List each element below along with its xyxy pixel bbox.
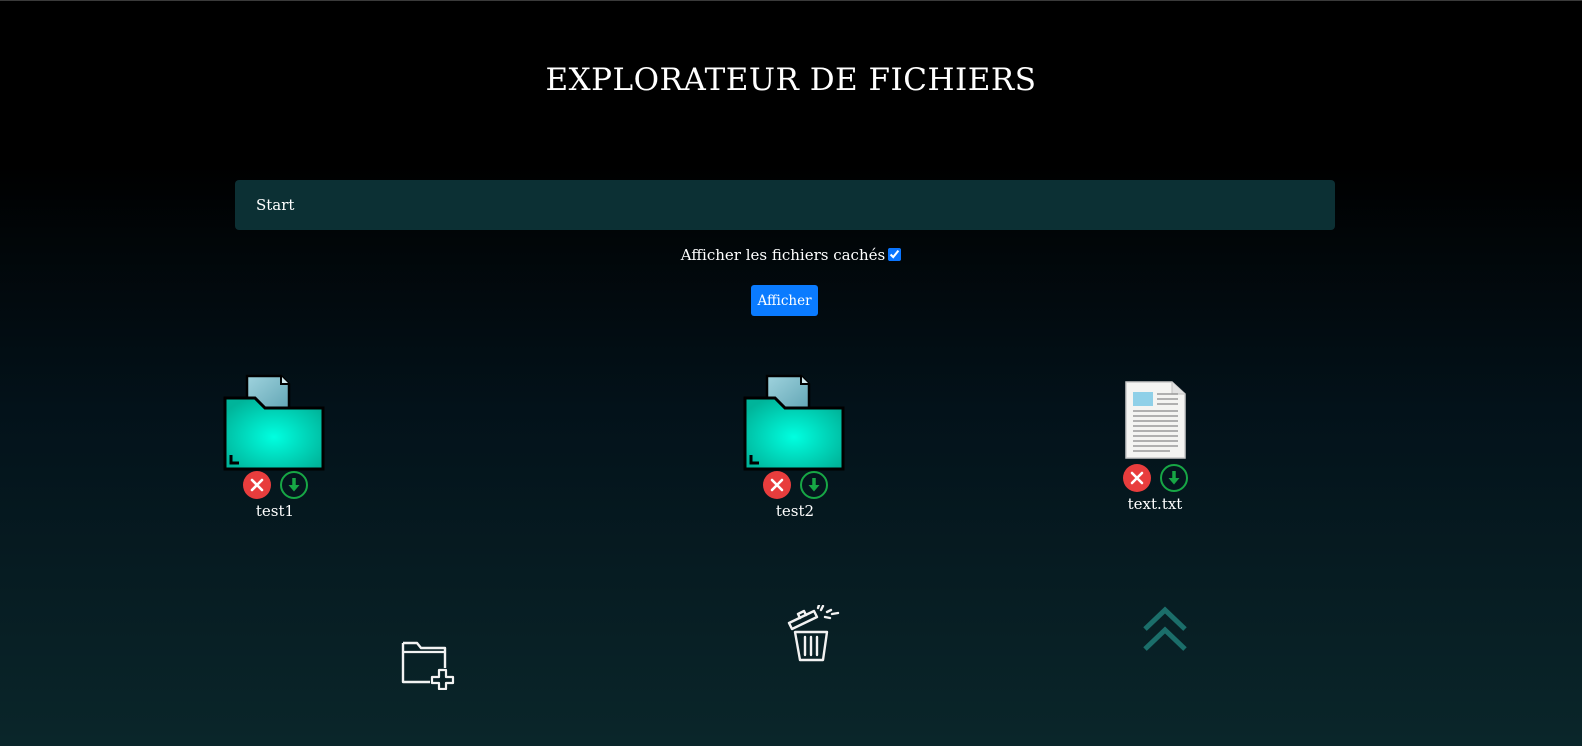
item-actions bbox=[1085, 464, 1225, 492]
item-name: text.txt bbox=[1127, 495, 1183, 513]
delete-icon[interactable] bbox=[762, 471, 791, 499]
show-hidden-files-row: Afficher les fichiers cachés bbox=[0, 246, 1582, 264]
item-name: test1 bbox=[255, 502, 295, 520]
item-name: test2 bbox=[775, 502, 815, 520]
item-actions bbox=[725, 471, 865, 499]
delete-icon[interactable] bbox=[1122, 464, 1151, 492]
folder-icon[interactable] bbox=[223, 373, 327, 471]
show-hidden-label: Afficher les fichiers cachés bbox=[680, 246, 886, 264]
show-button[interactable]: Afficher bbox=[751, 285, 818, 316]
page-title: EXPLORATEUR DE FICHIERS bbox=[545, 62, 1037, 98]
trash-icon[interactable] bbox=[786, 605, 842, 663]
download-icon[interactable] bbox=[279, 471, 308, 499]
item-actions bbox=[205, 471, 345, 499]
folder-item[interactable]: test2 bbox=[725, 373, 865, 520]
current-path-label: Start bbox=[256, 196, 295, 214]
text-file-icon[interactable] bbox=[1122, 380, 1188, 460]
parent-directory-icon[interactable] bbox=[1140, 605, 1190, 655]
file-item[interactable]: text.txt bbox=[1085, 380, 1225, 513]
folder-item[interactable]: test1 bbox=[205, 373, 345, 520]
current-path-bar: Start bbox=[235, 180, 1335, 230]
delete-icon[interactable] bbox=[242, 471, 271, 499]
new-folder-icon[interactable] bbox=[400, 640, 456, 690]
download-icon[interactable] bbox=[1159, 464, 1188, 492]
top-border bbox=[0, 0, 1582, 1]
download-icon[interactable] bbox=[799, 471, 828, 499]
show-hidden-checkbox[interactable] bbox=[888, 248, 902, 261]
folder-icon[interactable] bbox=[743, 373, 847, 471]
